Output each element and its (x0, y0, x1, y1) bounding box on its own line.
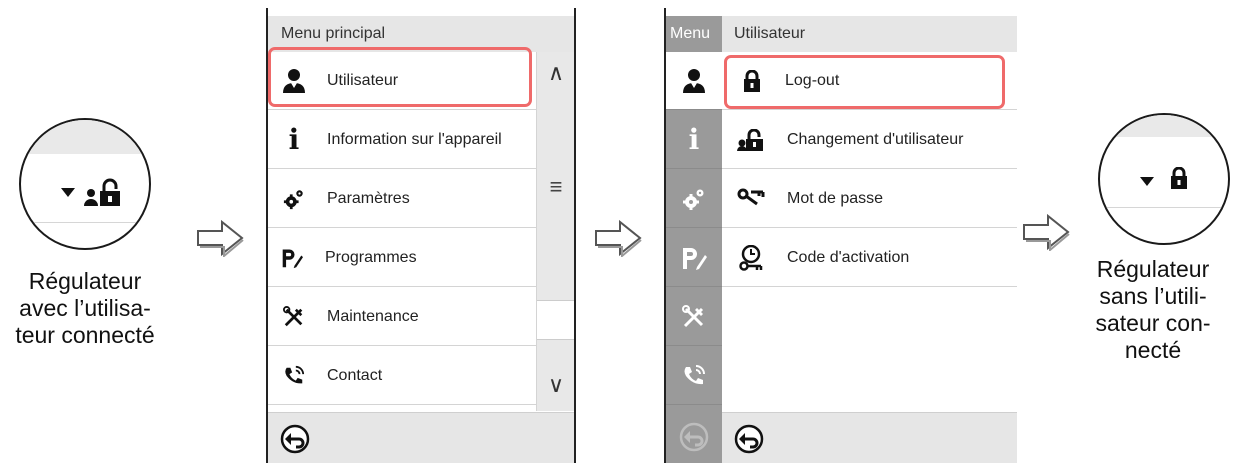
dropdown-triangle-icon (1140, 177, 1154, 186)
rail-item-user[interactable] (666, 52, 722, 110)
scroll-handle[interactable]: ≡ (537, 174, 574, 200)
menu-item-device-info[interactable]: i Information sur l'appareil (268, 111, 538, 169)
back-icon[interactable] (734, 424, 764, 454)
dropdown-triangle-icon (61, 188, 75, 197)
phone-icon (684, 364, 705, 384)
caption-logged-in: Régulateur avec l’utilisa- teur connecté (15, 268, 155, 348)
info-icon: i (288, 123, 300, 156)
footer-bar (722, 412, 1017, 463)
footer-bar (268, 412, 574, 463)
phone-icon (283, 363, 305, 389)
main-menu-screen: Menu principal Utilisateur i Information… (266, 8, 576, 463)
activation-code-icon (737, 244, 765, 271)
key-icon (737, 186, 765, 212)
rail-item-contact[interactable] (666, 347, 722, 405)
menu-item-settings[interactable]: Paramètres (268, 170, 538, 228)
program-icon (683, 247, 707, 270)
gears-icon (683, 189, 704, 210)
scroll-up-button[interactable]: ∧ (537, 60, 574, 86)
menu-item-programs[interactable]: Programmes (268, 229, 538, 287)
gears-icon (283, 186, 305, 212)
zoom-logged-in-indicator (19, 118, 151, 250)
user-icon (683, 68, 705, 93)
info-icon: i (688, 123, 700, 156)
program-icon (281, 245, 303, 271)
main-menu-rail: Menu i (666, 16, 722, 463)
tools-icon (283, 304, 305, 330)
highlight-user-item (268, 47, 532, 107)
menu-item-maintenance[interactable]: Maintenance (268, 288, 538, 346)
rail-title: Menu (670, 25, 711, 42)
back-icon-disabled (679, 422, 709, 452)
rail-item-maintenance[interactable] (666, 288, 722, 346)
menu-item-activation-code[interactable]: Code d'activation (722, 229, 1017, 287)
zoom-logged-out-indicator (1098, 113, 1230, 245)
arrow-right-icon (197, 219, 244, 257)
highlight-logout-item (724, 55, 1005, 109)
page-title: Utilisateur (722, 16, 1017, 52)
rail-item-settings[interactable] (666, 170, 722, 228)
caption-logged-out: Régulateur sans l’utili- sateur con- nec… (1095, 256, 1211, 363)
scroll-down-button[interactable]: ∨ (537, 372, 574, 398)
scrollbar[interactable]: ∧ ≡ ∨ (536, 52, 574, 411)
back-icon[interactable] (280, 424, 310, 454)
arrow-right-icon (595, 219, 642, 257)
menu-item-password[interactable]: Mot de passe (722, 170, 1017, 228)
rail-item-info[interactable]: i (666, 111, 722, 169)
menu-item-change-user[interactable]: Changement d'utilisateur (722, 111, 1017, 169)
scroll-track-free (537, 300, 574, 340)
user-menu-screen: Menu i Utilisateur Log-out Changement d'… (664, 8, 1017, 463)
tools-icon (682, 304, 704, 327)
rail-item-programs[interactable] (666, 229, 722, 287)
lock-icon (1171, 167, 1187, 189)
user-switch-icon (737, 127, 765, 153)
menu-item-contact[interactable]: Contact (268, 347, 538, 405)
arrow-right-icon (1023, 213, 1070, 251)
unlocked-user-icon (84, 178, 120, 206)
